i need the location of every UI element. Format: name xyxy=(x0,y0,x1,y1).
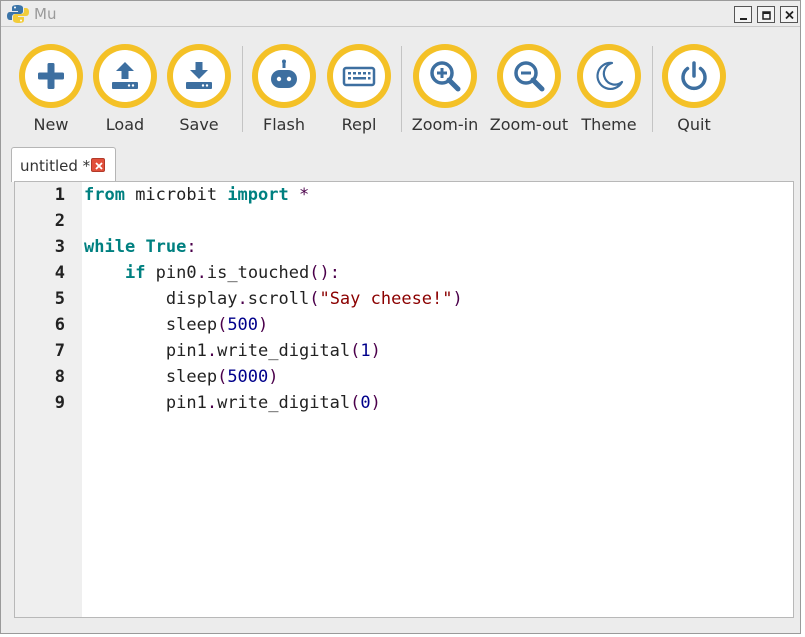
close-icon xyxy=(785,10,794,20)
maximize-button[interactable] xyxy=(757,6,775,23)
tab-close-button[interactable] xyxy=(91,158,105,172)
power-icon xyxy=(681,61,707,91)
repl-button[interactable]: Repl xyxy=(325,41,393,136)
zoom-out-icon xyxy=(514,61,545,92)
code-editor[interactable]: 1 2 3 4 5 6 7 8 9 from microbit import *… xyxy=(14,181,794,618)
line-number: 6 xyxy=(54,315,65,335)
line-number: 2 xyxy=(54,211,65,231)
code-line: while True: xyxy=(84,237,197,257)
save-button[interactable]: Save xyxy=(165,41,233,136)
code-line: from microbit import * xyxy=(84,185,310,205)
line-number: 3 xyxy=(54,237,65,257)
load-button[interactable]: Load xyxy=(91,41,159,136)
code-line: pin1.write_digital(1) xyxy=(84,341,381,361)
line-number: 8 xyxy=(54,367,65,387)
line-number: 7 xyxy=(54,341,65,361)
zoom-out-button[interactable]: Zoom-out xyxy=(490,41,568,136)
python-logo-icon xyxy=(7,4,29,24)
theme-button[interactable]: Theme xyxy=(575,41,643,136)
quit-label: Quit xyxy=(677,115,711,134)
close-window-button[interactable] xyxy=(780,6,798,23)
minimize-icon xyxy=(740,18,747,20)
code-line: sleep(500) xyxy=(84,315,269,335)
tab-bar: untitled * xyxy=(1,145,800,182)
new-button[interactable]: New xyxy=(17,41,85,136)
save-label: Save xyxy=(179,115,219,134)
line-number: 9 xyxy=(54,393,65,413)
toolbar: New Load Save Flash Repl Zoom-in Zoom-ou… xyxy=(1,41,800,141)
moon-icon xyxy=(596,61,624,90)
mu-window: Mu New Load Save Flash Repl Zoom-in Zoom… xyxy=(0,0,801,634)
tab-label: untitled * xyxy=(20,157,91,175)
download-icon xyxy=(186,62,212,89)
line-number-gutter: 1 2 3 4 5 6 7 8 9 xyxy=(15,182,82,617)
keyboard-icon xyxy=(342,66,376,87)
zoom-in-icon xyxy=(430,61,461,92)
code-line: display.scroll("Say cheese!") xyxy=(84,289,463,309)
window-title: Mu xyxy=(34,5,57,23)
code-line: sleep(5000) xyxy=(84,367,279,387)
close-icon xyxy=(95,162,103,170)
code-line: pin1.write_digital(0) xyxy=(84,393,381,413)
line-number: 1 xyxy=(54,185,65,205)
code-line: if pin0.is_touched(): xyxy=(124,263,340,283)
upload-icon xyxy=(112,62,138,89)
repl-label: Repl xyxy=(341,115,377,134)
zoom-in-label: Zoom-in xyxy=(411,115,479,134)
minimize-button[interactable] xyxy=(734,6,752,23)
quit-button[interactable]: Quit xyxy=(660,41,728,136)
flash-button[interactable]: Flash xyxy=(250,41,318,136)
microbit-icon xyxy=(271,59,297,88)
plus-icon xyxy=(38,63,64,89)
maximize-icon xyxy=(762,11,771,20)
title-bar: Mu xyxy=(1,1,800,27)
tab-untitled[interactable]: untitled * xyxy=(11,147,116,182)
code-area[interactable]: from microbit import * while True: if pi… xyxy=(84,182,792,617)
line-number: 4 xyxy=(54,263,65,283)
line-number: 5 xyxy=(54,289,65,309)
theme-label: Theme xyxy=(581,115,637,134)
zoom-in-button[interactable]: Zoom-in xyxy=(411,41,479,136)
zoom-out-label: Zoom-out xyxy=(489,115,569,134)
